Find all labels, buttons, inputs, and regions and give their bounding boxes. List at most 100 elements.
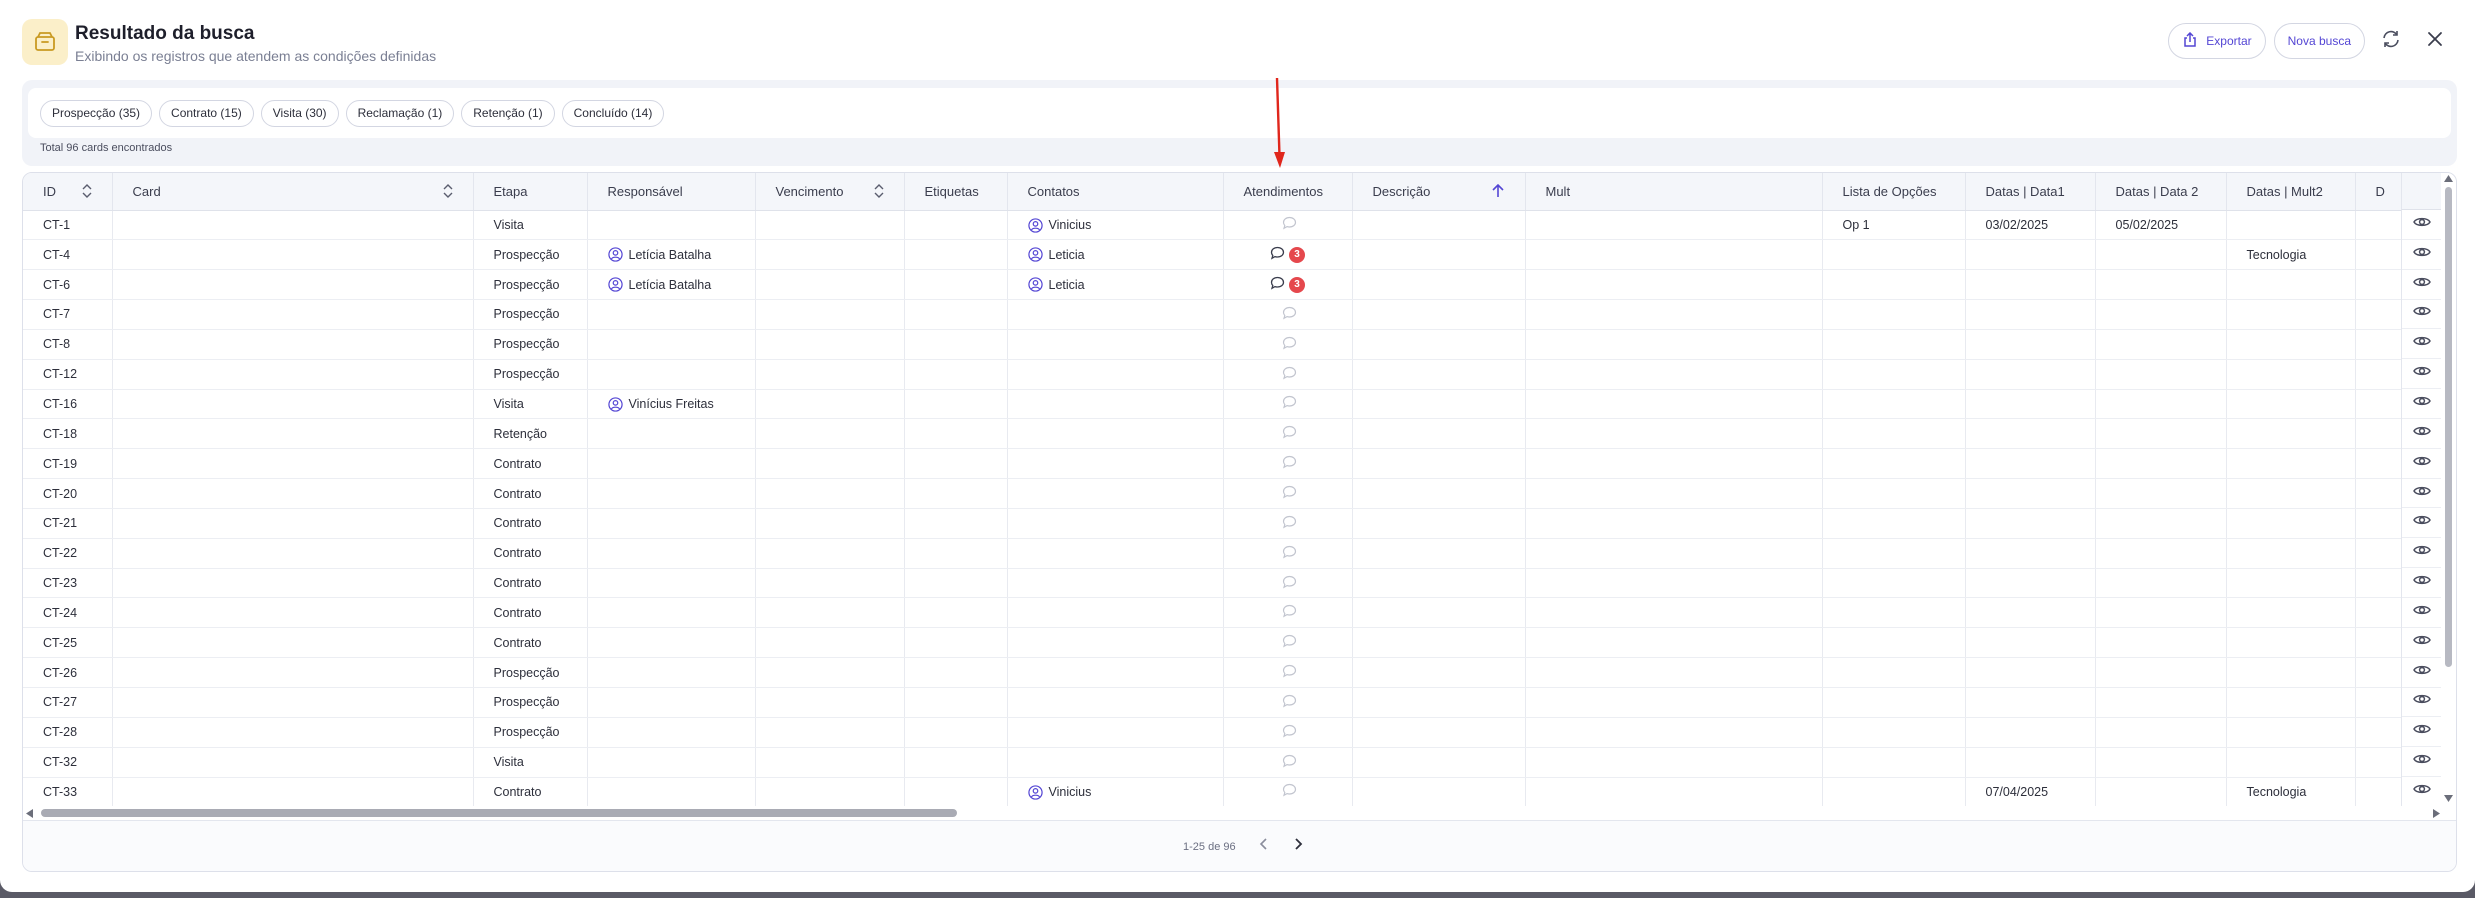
view-row-button[interactable] xyxy=(2402,329,2441,360)
col-header-vencimento[interactable]: Vencimento xyxy=(755,173,905,211)
cell-atendimentos[interactable] xyxy=(1223,538,1353,569)
cell-atendimentos[interactable] xyxy=(1223,478,1353,509)
comment-icon[interactable] xyxy=(1282,783,1297,800)
table-row[interactable]: CT-22 Contrato xyxy=(23,538,2443,569)
view-row-button[interactable] xyxy=(2402,658,2441,688)
sort-icon[interactable] xyxy=(443,184,453,201)
col-header-id[interactable]: ID xyxy=(23,173,113,211)
view-row-button[interactable] xyxy=(2402,568,2441,598)
cell-atendimentos[interactable] xyxy=(1223,329,1353,360)
comment-icon[interactable] xyxy=(1282,724,1297,741)
cell-atendimentos[interactable] xyxy=(1223,418,1353,450)
table-row[interactable]: CT-32 Visita xyxy=(23,747,2443,778)
cell-atendimentos[interactable] xyxy=(1223,568,1353,599)
next-page-button[interactable] xyxy=(1292,837,1304,856)
cell-atendimentos[interactable] xyxy=(1223,627,1353,659)
view-row-button[interactable] xyxy=(2402,717,2441,748)
comment-icon[interactable] xyxy=(1282,455,1297,472)
view-row-button[interactable] xyxy=(2402,538,2441,569)
sort-icon[interactable] xyxy=(874,184,884,201)
table-row[interactable]: CT-27 Prospecção xyxy=(23,687,2443,718)
cell-atendimentos[interactable] xyxy=(1223,747,1353,778)
cell-atendimentos[interactable] xyxy=(1223,687,1353,718)
chip-contrato[interactable]: Contrato (15) xyxy=(159,99,254,127)
view-row-button[interactable] xyxy=(2402,598,2441,628)
chip-reclamacao[interactable]: Reclamação (1) xyxy=(345,99,455,127)
vertical-scroll-thumb[interactable] xyxy=(2445,187,2452,667)
chip-visita[interactable]: Visita (30) xyxy=(260,99,339,127)
comment-icon[interactable] xyxy=(1282,694,1297,711)
view-row-button[interactable] xyxy=(2402,359,2441,390)
comment-icon[interactable] xyxy=(1282,634,1297,651)
col-header-mult[interactable]: Mult xyxy=(1525,173,1823,211)
table-row[interactable]: CT-28 Prospecção xyxy=(23,717,2443,748)
close-button[interactable] xyxy=(2417,23,2453,59)
view-row-button[interactable] xyxy=(2402,240,2441,270)
col-header-etapa[interactable]: Etapa xyxy=(473,173,588,211)
table-row[interactable]: CT-4 Prospecção Letícia Batalha Leticia 3 Tec… xyxy=(23,239,2443,271)
cell-atendimentos[interactable] xyxy=(1223,508,1353,539)
export-button[interactable]: Exportar xyxy=(2168,23,2266,59)
table-row[interactable]: CT-25 Contrato xyxy=(23,627,2443,659)
comment-icon[interactable] xyxy=(1282,425,1297,442)
table-row[interactable]: CT-19 Contrato xyxy=(23,448,2443,480)
table-row[interactable]: CT-7 Prospecção xyxy=(23,299,2443,330)
table-row[interactable]: CT-21 Contrato xyxy=(23,508,2443,539)
col-header-contatos[interactable]: Contatos xyxy=(1007,173,1224,211)
horizontal-scrollbar[interactable] xyxy=(23,806,2443,820)
cell-atendimentos[interactable] xyxy=(1223,389,1353,420)
comment-icon[interactable] xyxy=(1282,754,1297,771)
table-row[interactable]: CT-1 Visita Vinicius Op 1 03/02/2025 05/02/20… xyxy=(23,210,2443,241)
view-row-button[interactable] xyxy=(2402,300,2441,330)
view-row-button[interactable] xyxy=(2402,419,2441,449)
view-row-button[interactable] xyxy=(2402,628,2441,658)
cell-atendimentos[interactable]: 3 xyxy=(1223,269,1353,301)
table-row[interactable]: CT-12 Prospecção xyxy=(23,359,2443,390)
view-row-button[interactable] xyxy=(2402,389,2441,419)
table-row[interactable]: CT-23 Contrato xyxy=(23,568,2443,599)
cell-atendimentos[interactable] xyxy=(1223,597,1353,629)
view-row-button[interactable] xyxy=(2402,210,2441,240)
view-row-button[interactable] xyxy=(2402,270,2441,300)
table-row[interactable]: CT-24 Contrato xyxy=(23,597,2443,629)
table-row[interactable]: CT-16 Visita Vinícius Freitas xyxy=(23,389,2443,420)
col-header-etiquetas[interactable]: Etiquetas xyxy=(904,173,1008,211)
table-row[interactable]: CT-6 Prospecção Letícia Batalha Leticia 3 xyxy=(23,269,2443,301)
comment-icon[interactable] xyxy=(1282,664,1297,681)
comment-icon[interactable] xyxy=(1270,246,1285,263)
chip-retencao[interactable]: Retenção (1) xyxy=(461,99,555,127)
table-row[interactable]: CT-8 Prospecção xyxy=(23,329,2443,360)
col-header-atendimentos[interactable]: Atendimentos xyxy=(1223,173,1353,211)
new-search-button[interactable]: Nova busca xyxy=(2273,23,2365,59)
col-header-data1[interactable]: Datas | Data1 xyxy=(1965,173,2096,211)
view-row-button[interactable] xyxy=(2402,688,2441,718)
horizontal-scroll-thumb[interactable] xyxy=(41,809,957,817)
cell-atendimentos[interactable] xyxy=(1223,210,1353,241)
cell-atendimentos[interactable] xyxy=(1223,717,1353,748)
col-header-mult2[interactable]: Datas | Mult2 xyxy=(2226,173,2356,211)
view-row-button[interactable] xyxy=(2402,508,2441,539)
prev-page-button[interactable] xyxy=(1258,837,1270,856)
cell-atendimentos[interactable] xyxy=(1223,299,1353,330)
comment-icon[interactable] xyxy=(1282,216,1297,233)
col-header-responsavel[interactable]: Responsável xyxy=(587,173,756,211)
comment-icon[interactable] xyxy=(1282,485,1297,502)
cell-atendimentos[interactable] xyxy=(1223,448,1353,480)
vertical-scrollbar[interactable] xyxy=(2441,173,2456,806)
cell-atendimentos[interactable] xyxy=(1223,777,1353,806)
comment-icon[interactable] xyxy=(1282,515,1297,532)
comment-icon[interactable] xyxy=(1282,306,1297,323)
comment-icon[interactable] xyxy=(1282,395,1297,412)
comment-icon[interactable] xyxy=(1282,604,1297,621)
table-row[interactable]: CT-26 Prospecção xyxy=(23,657,2443,688)
view-row-button[interactable] xyxy=(2402,479,2441,509)
cell-atendimentos[interactable]: 3 xyxy=(1223,239,1353,271)
cell-atendimentos[interactable] xyxy=(1223,359,1353,390)
comment-icon[interactable] xyxy=(1282,575,1297,592)
table-row[interactable]: CT-18 Retenção xyxy=(23,418,2443,450)
comment-icon[interactable] xyxy=(1282,366,1297,383)
comment-icon[interactable] xyxy=(1270,276,1285,293)
col-header-descricao[interactable]: Descrição xyxy=(1352,173,1526,211)
chip-concluido[interactable]: Concluído (14) xyxy=(561,99,665,127)
view-row-button[interactable] xyxy=(2402,449,2441,479)
